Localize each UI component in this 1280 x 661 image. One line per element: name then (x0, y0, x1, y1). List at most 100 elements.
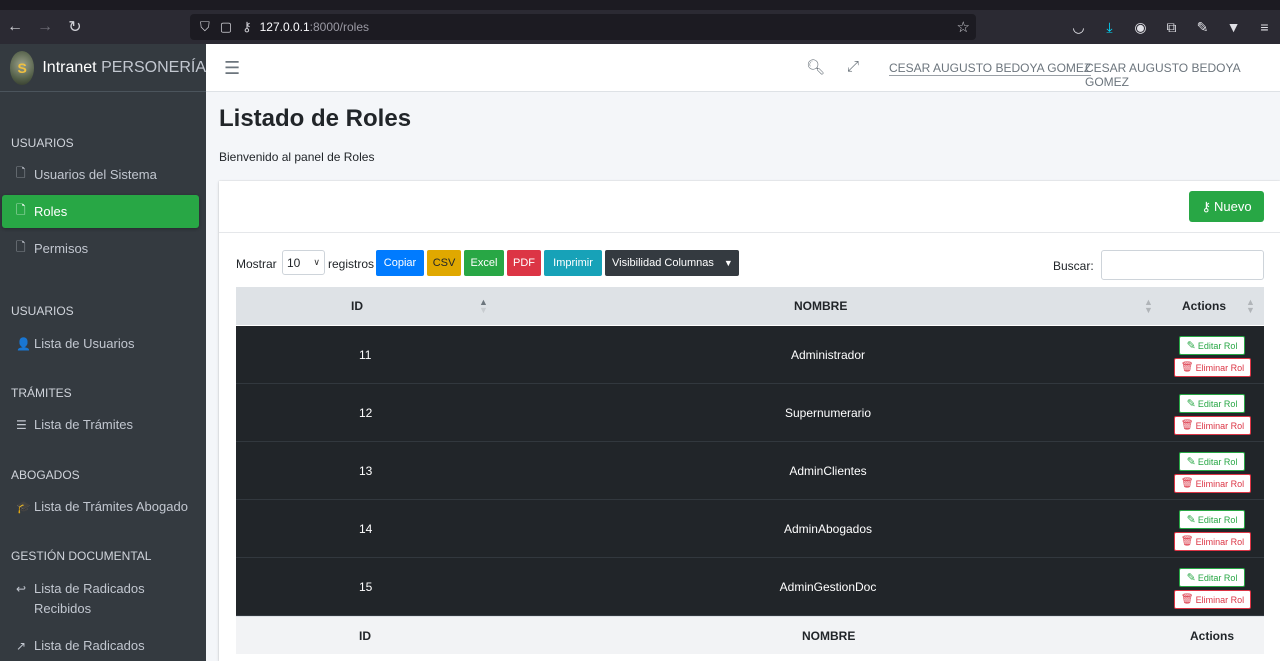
sidebar-item-usuarios-del-sistema[interactable]: 🗋 Usuarios del Sistema (2, 158, 199, 191)
sidebar-item-permisos[interactable]: 🗋 Permisos (2, 232, 199, 265)
graduation-cap-icon: 🎓 (16, 499, 31, 514)
extensions-icon[interactable]: ⧉ (1156, 19, 1187, 36)
pencil-icon: ✎ (1186, 456, 1196, 468)
account-icon[interactable]: ◉ (1125, 19, 1156, 36)
extension-pen-icon[interactable]: ✎ (1187, 19, 1218, 36)
delete-role-button[interactable]: 🗑 Eliminar Rol (1174, 416, 1251, 435)
back-icon[interactable]: ← (0, 18, 30, 36)
page-length-value: 10 (287, 255, 301, 270)
trash-icon: 🗑 (1180, 478, 1194, 489)
delete-role-button[interactable]: 🗑 Eliminar Rol (1174, 474, 1251, 493)
sidebar-item-label: Lista de Usuarios (34, 336, 135, 351)
sidebar-item-label: Lista de Radicados Recibidos (34, 581, 145, 616)
nav-header-abogados: ABOGADOS (11, 468, 80, 482)
sidebar-item-label: Lista de Radicados (34, 638, 145, 653)
csv-button[interactable]: CSV (427, 250, 461, 276)
sidebar-item-roles[interactable]: 🗋 Roles (2, 195, 199, 228)
caret-down-icon: ▼ (723, 258, 733, 268)
delete-role-label: Eliminar Rol (1195, 420, 1245, 431)
records-label: registros (328, 257, 375, 271)
hamburger-menu-icon[interactable]: ☰ (224, 58, 240, 79)
brand-logo: S (10, 50, 35, 85)
edit-role-button[interactable]: ✎ Editar Rol (1179, 452, 1245, 471)
column-visibility-button[interactable]: Visibilidad Columnas ▼ (605, 250, 739, 276)
pencil-icon: ✎ (1186, 514, 1196, 526)
new-role-button[interactable]: ⚷ Nuevo (1189, 191, 1264, 222)
role-name: AdminGestionDoc (779, 580, 877, 594)
pencil-icon: ✎ (1186, 572, 1196, 584)
excel-button[interactable]: Excel (464, 250, 504, 276)
column-header-nombre[interactable]: NOMBRE (794, 287, 847, 325)
trash-icon: 🗑 (1180, 420, 1194, 431)
sidebar-item-lista-de-radicados-recibidos[interactable]: ↩ Lista de Radicados Recibidos (2, 575, 199, 619)
pencil-icon: ✎ (1186, 398, 1196, 410)
edit-role-button[interactable]: ✎ Editar Rol (1179, 510, 1245, 529)
browser-tab-strip (0, 0, 1280, 10)
forward-icon[interactable]: → (30, 18, 60, 36)
edit-role-button[interactable]: ✎ Editar Rol (1179, 568, 1245, 587)
top-navbar: ☰ 🔍︎ ⤢ CESAR AUGUSTO BEDOYA GOMEZ CESAR … (206, 44, 1280, 92)
url-bar[interactable]: ⛉ ▢ ⚷ 127.0.0.1:8000/roles ☆ (190, 14, 976, 40)
edit-role-label: Editar Rol (1197, 514, 1238, 525)
sidebar-item-label: Lista de Trámites (34, 417, 133, 432)
reply-all-icon: ↩ (16, 582, 27, 596)
delete-role-button[interactable]: 🗑 Eliminar Rol (1174, 590, 1251, 609)
delete-role-label: Eliminar Rol (1195, 536, 1245, 547)
pocket-icon[interactable]: ◡ (1063, 19, 1094, 36)
menu-icon[interactable]: ≡ (1249, 19, 1280, 35)
welcome-text: Bienvenido al panel de Roles (219, 150, 375, 164)
sort-desc-icon: ▼ (1144, 305, 1153, 315)
sidebar-item-lista-de-usuarios[interactable]: 👤 Lista de Usuarios (2, 327, 199, 360)
table-header: ID ▲ ▼ NOMBRE ▲ ▼ Actions ▲ ▼ (236, 287, 1264, 325)
file-icon: 🗋 (16, 166, 26, 180)
bookmark-star-icon[interactable]: ☆ (957, 18, 970, 36)
column-header-id[interactable]: ID (351, 287, 363, 325)
delete-role-button[interactable]: 🗑 Eliminar Rol (1174, 358, 1251, 377)
sort-desc-icon: ▼ (479, 305, 488, 315)
page-title: Listado de Roles (219, 105, 412, 132)
page-length-select[interactable]: 10 ∨ (282, 250, 325, 275)
sidebar-item-label: Lista de Trámites Abogado (34, 499, 188, 514)
role-name: AdminAbogados (783, 522, 873, 536)
sidebar-item-lista-de-radicados[interactable]: ↗ Lista de Radicados (2, 629, 199, 661)
column-visibility-label: Visibilidad Columnas (612, 257, 714, 269)
new-role-label: Nuevo (1213, 199, 1252, 214)
edit-role-label: Editar Rol (1197, 340, 1238, 351)
browser-toolbar: ← → ↻ ⛉ ▢ ⚷ 127.0.0.1:8000/roles ☆ ◡ ⤓ ◉… (0, 10, 1280, 44)
delete-role-button[interactable]: 🗑 Eliminar Rol (1174, 532, 1251, 551)
edit-role-button[interactable]: ✎ Editar Rol (1179, 394, 1245, 413)
sort-desc-icon: ▼ (1246, 305, 1255, 315)
sidebar-item-lista-de-tramites-abogado[interactable]: 🎓 Lista de Trámites Abogado (2, 490, 199, 523)
search-label: Buscar: (1053, 259, 1094, 273)
share-square-icon: ↗ (16, 638, 27, 653)
sidebar-item-lista-de-tramites[interactable]: ☰ Lista de Trámites (2, 408, 199, 441)
nav-header-tramites: TRÁMITES (11, 386, 72, 400)
pdf-button[interactable]: PDF (507, 250, 541, 276)
table-footer: ID NOMBRE Actions (236, 616, 1264, 654)
column-header-actions[interactable]: Actions (1182, 287, 1226, 325)
footer-header-nombre: NOMBRE (802, 629, 856, 643)
extension-v-icon[interactable]: ▼ (1218, 19, 1249, 35)
user-profile-link[interactable]: CESAR AUGUSTO BEDOYA GOMEZ (889, 61, 1092, 76)
sidebar-item-label: Roles (34, 204, 68, 219)
copy-button[interactable]: Copiar (376, 250, 424, 276)
key-icon: ⚷ (242, 19, 252, 34)
table-row: 14 AdminAbogados ✎ Editar Rol 🗑 Eliminar R… (236, 500, 1264, 558)
edit-role-label: Editar Rol (1197, 572, 1238, 583)
print-button[interactable]: Imprimir (544, 250, 602, 276)
search-icon[interactable]: 🔍︎ (806, 58, 825, 76)
user-name: CESAR AUGUSTO BEDOYA GOMEZ (1085, 61, 1240, 89)
page-icon: ▢ (219, 19, 233, 34)
download-icon[interactable]: ⤓ (1094, 19, 1125, 36)
fullscreen-icon[interactable]: ⤢ (847, 58, 859, 75)
brand-link[interactable]: S Intranet PERSONERÍA (0, 44, 206, 92)
edit-role-button[interactable]: ✎ Editar Rol (1179, 336, 1245, 355)
role-name: AdminClientes (789, 464, 867, 478)
trash-icon: 🗑 (1180, 536, 1194, 547)
list-icon: ☰ (16, 417, 27, 432)
role-name: Supernumerario (784, 406, 872, 420)
pencil-icon: ✎ (1186, 340, 1196, 352)
search-input[interactable] (1101, 250, 1264, 280)
edit-role-label: Editar Rol (1197, 456, 1238, 467)
reload-icon[interactable]: ↻ (60, 17, 90, 37)
